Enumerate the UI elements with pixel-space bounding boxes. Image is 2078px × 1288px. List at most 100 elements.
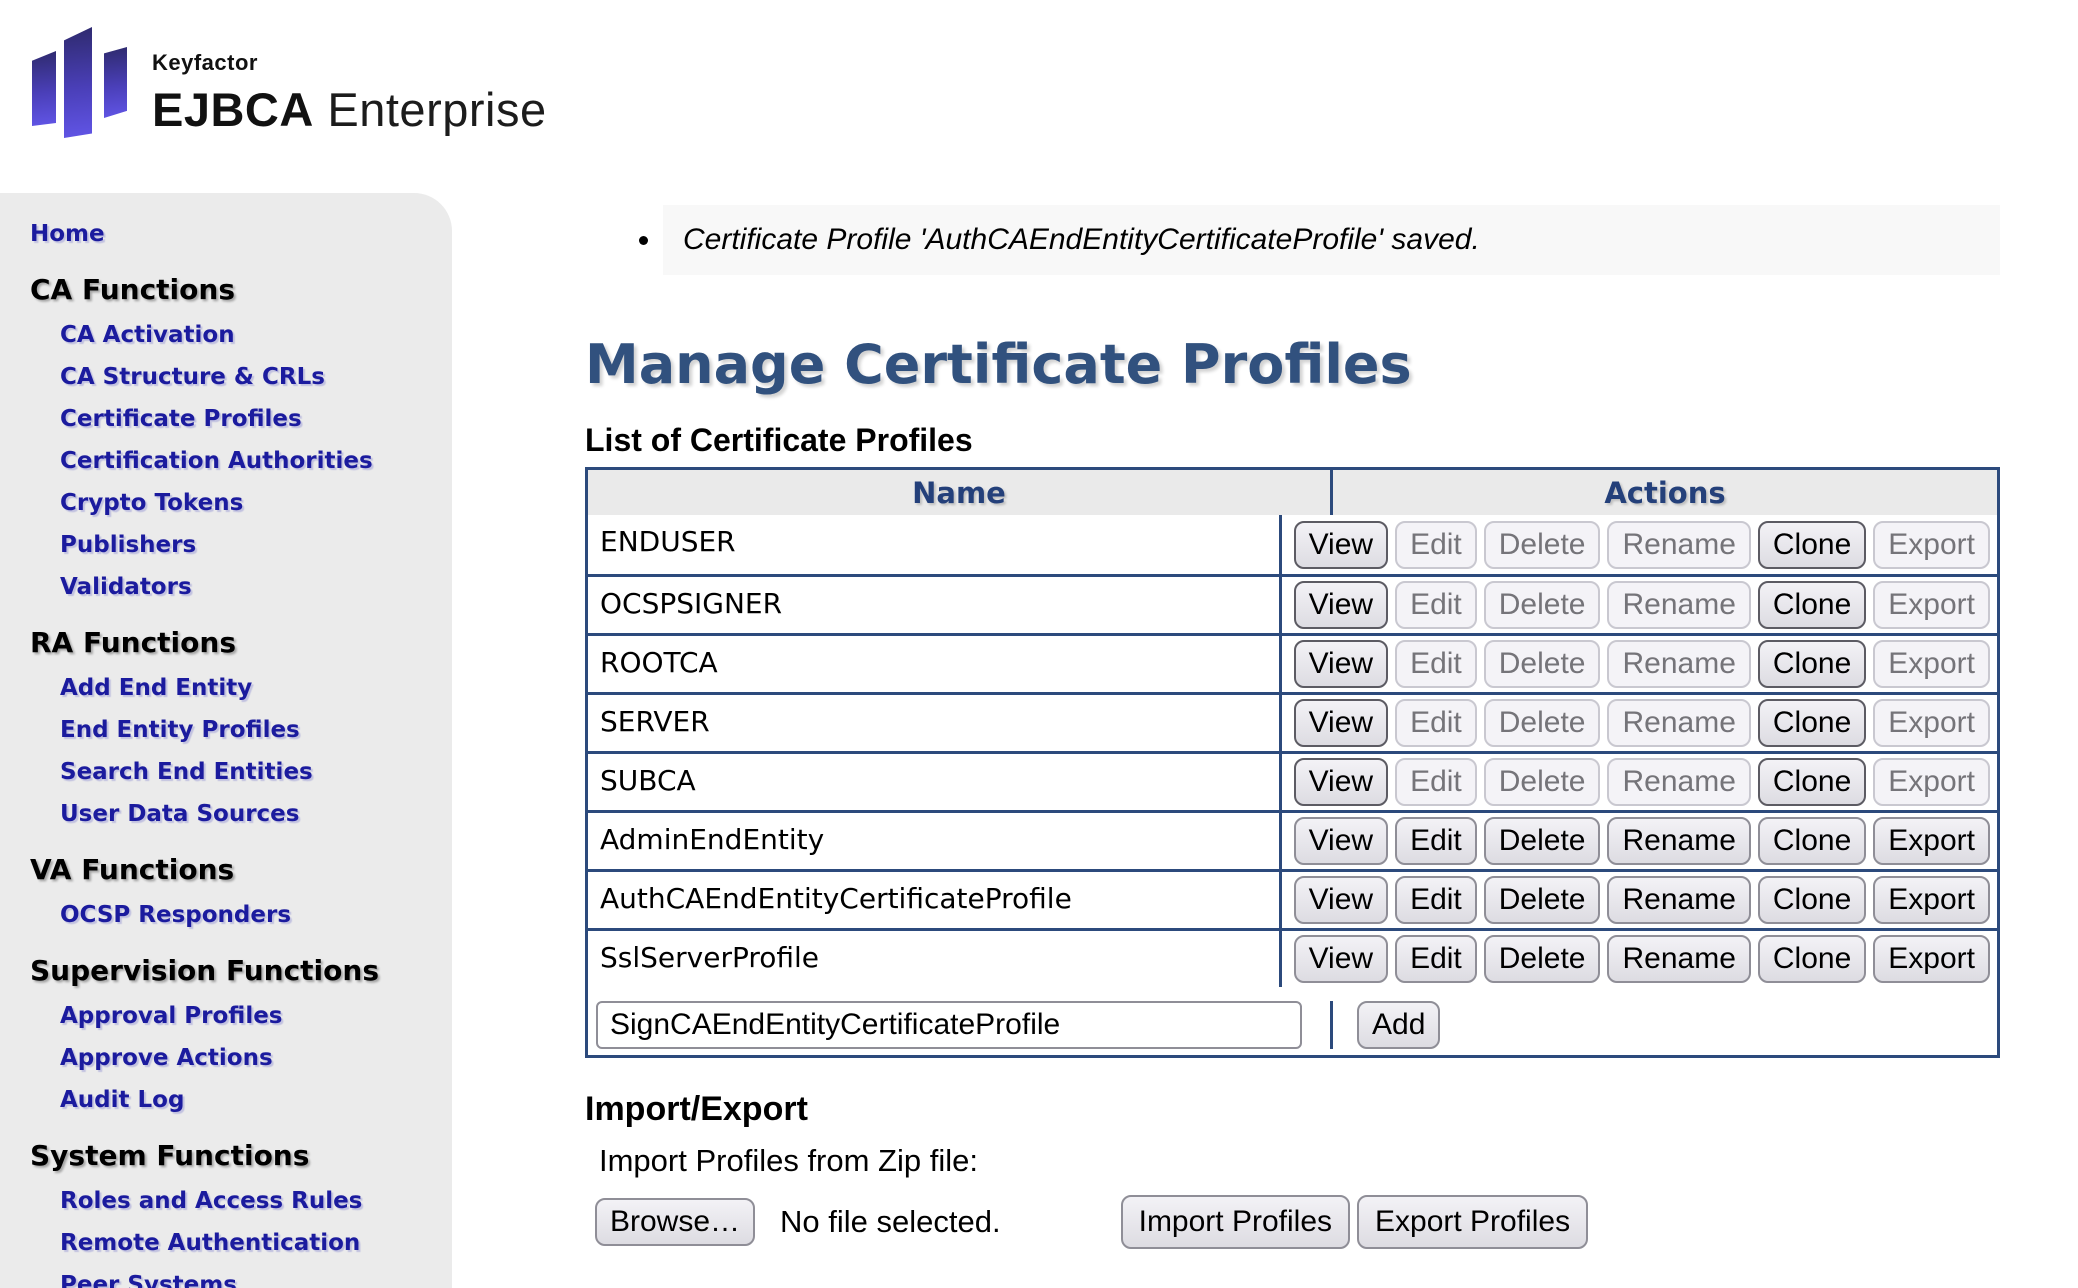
delete-button: Delete <box>1484 699 1601 747</box>
export-button: Export <box>1873 699 1990 747</box>
sidebar-item-search-end-entities[interactable]: Search End Entities <box>60 759 452 785</box>
table-header-row: Name Actions <box>588 470 1997 515</box>
new-profile-name-input[interactable] <box>596 1001 1302 1049</box>
sidebar-item-ocsp-responders[interactable]: OCSP Responders <box>60 902 452 928</box>
view-button[interactable]: View <box>1294 758 1388 806</box>
view-button[interactable]: View <box>1294 817 1388 865</box>
view-button[interactable]: View <box>1294 699 1388 747</box>
logo-product-name: EJBCA <box>152 83 314 136</box>
view-button[interactable]: View <box>1294 581 1388 629</box>
view-button[interactable]: View <box>1294 640 1388 688</box>
table-row: ROOTCA ViewEditDeleteRenameCloneExport <box>588 633 1997 692</box>
view-button[interactable]: View <box>1294 521 1388 569</box>
rename-button: Rename <box>1607 581 1750 629</box>
profile-actions: ViewEditDeleteRenameCloneExport <box>1282 515 1997 574</box>
rename-button: Rename <box>1607 699 1750 747</box>
sidebar-section-ra-functions: RA Functions <box>30 626 452 659</box>
keyfactor-logo-icon <box>30 22 140 146</box>
sidebar-item-user-data-sources[interactable]: User Data Sources <box>60 801 452 827</box>
clone-button[interactable]: Clone <box>1758 817 1866 865</box>
list-section-title: List of Certificate Profiles <box>585 422 2025 459</box>
logo-company-name: Keyfactor <box>152 50 547 76</box>
clone-button[interactable]: Clone <box>1758 640 1866 688</box>
sidebar-item-approve-actions[interactable]: Approve Actions <box>60 1045 452 1071</box>
edit-button: Edit <box>1395 640 1477 688</box>
profile-name: ENDUSER <box>588 515 1282 574</box>
profile-name: SERVER <box>588 695 1282 751</box>
rename-button[interactable]: Rename <box>1607 817 1750 865</box>
delete-button: Delete <box>1484 581 1601 629</box>
sidebar-item-remote-authentication[interactable]: Remote Authentication <box>60 1230 452 1256</box>
profile-name: OCSPSIGNER <box>588 577 1282 633</box>
sidebar-item-end-entity-profiles[interactable]: End Entity Profiles <box>60 717 452 743</box>
edit-button: Edit <box>1395 521 1477 569</box>
sidebar-item-approval-profiles[interactable]: Approval Profiles <box>60 1003 452 1029</box>
sidebar-item-crypto-tokens[interactable]: Crypto Tokens <box>60 490 452 516</box>
table-row: SERVER ViewEditDeleteRenameCloneExport <box>588 692 1997 751</box>
edit-button[interactable]: Edit <box>1395 935 1477 983</box>
rename-button[interactable]: Rename <box>1607 935 1750 983</box>
sidebar-item-peer-systems[interactable]: Peer Systems <box>60 1272 452 1288</box>
sidebar-item-ca-activation[interactable]: CA Activation <box>60 322 452 348</box>
sidebar-item-publishers[interactable]: Publishers <box>60 532 452 558</box>
rename-button[interactable]: Rename <box>1607 876 1750 924</box>
export-profiles-button[interactable]: Export Profiles <box>1357 1195 1588 1249</box>
import-profiles-button[interactable]: Import Profiles <box>1121 1195 1350 1249</box>
export-button: Export <box>1873 640 1990 688</box>
delete-button[interactable]: Delete <box>1484 817 1601 865</box>
table-row: SUBCA ViewEditDeleteRenameCloneExport <box>588 751 1997 810</box>
certificate-profiles-table: Name Actions ENDUSER ViewEditDeleteRenam… <box>585 467 2000 1058</box>
sidebar-item-audit-log[interactable]: Audit Log <box>60 1087 452 1113</box>
sidebar-item-home[interactable]: Home <box>30 221 452 247</box>
edit-button: Edit <box>1395 581 1477 629</box>
sidebar-navigation: Home CA Functions CA Activation CA Structu… <box>0 193 452 1288</box>
view-button[interactable]: View <box>1294 935 1388 983</box>
logo-text: Keyfactor EJBCA Enterprise <box>152 50 547 137</box>
export-button[interactable]: Export <box>1873 935 1990 983</box>
sidebar-item-validators[interactable]: Validators <box>60 574 452 600</box>
logo-bar-left <box>32 51 56 126</box>
clone-button[interactable]: Clone <box>1758 758 1866 806</box>
clone-button[interactable]: Clone <box>1758 935 1866 983</box>
table-row: OCSPSIGNER ViewEditDeleteRenameCloneExpo… <box>588 574 1997 633</box>
rename-button: Rename <box>1607 758 1750 806</box>
export-button[interactable]: Export <box>1873 876 1990 924</box>
sidebar-item-ca-structure-crls[interactable]: CA Structure & CRLs <box>60 364 452 390</box>
delete-button[interactable]: Delete <box>1484 876 1601 924</box>
sidebar-section-supervision-functions: Supervision Functions <box>30 954 452 987</box>
clone-button[interactable]: Clone <box>1758 521 1866 569</box>
sidebar-section-ca-functions: CA Functions <box>30 273 452 306</box>
sidebar-item-certification-authorities[interactable]: Certification Authorities <box>60 448 452 474</box>
add-profile-row: Add <box>588 997 1997 1055</box>
view-button[interactable]: View <box>1294 876 1388 924</box>
file-status-text: No file selected. <box>780 1204 1001 1240</box>
edit-button[interactable]: Edit <box>1395 876 1477 924</box>
add-button[interactable]: Add <box>1357 1001 1440 1049</box>
browse-button[interactable]: Browse… <box>595 1198 755 1246</box>
profile-name: ROOTCA <box>588 636 1282 692</box>
edit-button[interactable]: Edit <box>1395 817 1477 865</box>
profile-actions: ViewEditDeleteRenameCloneExport <box>1282 813 1997 869</box>
import-export-title: Import/Export <box>585 1090 2025 1129</box>
rename-button: Rename <box>1607 640 1750 688</box>
clone-button[interactable]: Clone <box>1758 699 1866 747</box>
clone-button[interactable]: Clone <box>1758 581 1866 629</box>
actions-column-header: Actions <box>1333 470 1997 515</box>
delete-button[interactable]: Delete <box>1484 935 1601 983</box>
profile-actions: ViewEditDeleteRenameCloneExport <box>1282 695 1997 751</box>
sidebar-item-add-end-entity[interactable]: Add End Entity <box>60 675 452 701</box>
sidebar-item-certificate-profiles[interactable]: Certificate Profiles <box>60 406 452 432</box>
sidebar-item-roles-and-access-rules[interactable]: Roles and Access Rules <box>60 1188 452 1214</box>
page-title: Manage Certificate Profiles <box>585 333 2025 396</box>
export-button[interactable]: Export <box>1873 817 1990 865</box>
edit-button: Edit <box>1395 699 1477 747</box>
main-content: Certificate Profile 'AuthCAEndEntityCert… <box>585 0 2025 1249</box>
save-confirmation-message: Certificate Profile 'AuthCAEndEntityCert… <box>663 205 2000 275</box>
export-button: Export <box>1873 581 1990 629</box>
logo-bar-right <box>104 47 127 118</box>
delete-button: Delete <box>1484 521 1601 569</box>
clone-button[interactable]: Clone <box>1758 876 1866 924</box>
keyfactor-ejbca-logo[interactable]: Keyfactor EJBCA Enterprise <box>30 22 590 152</box>
table-row: ENDUSER ViewEditDeleteRenameCloneExport <box>588 515 1997 574</box>
sidebar-section-system-functions: System Functions <box>30 1139 452 1172</box>
